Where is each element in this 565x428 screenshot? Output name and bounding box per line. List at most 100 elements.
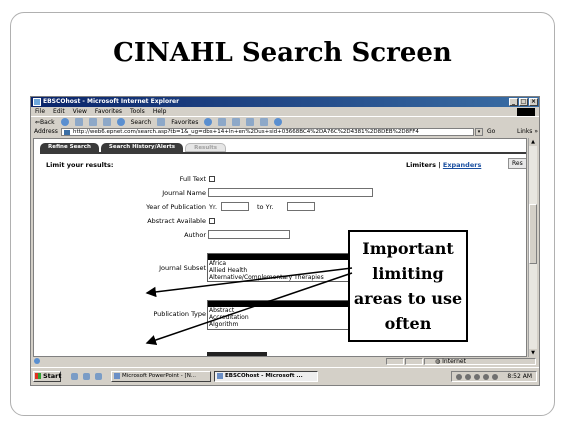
search-tabs: Refine Search Search History/Alerts Resu… <box>40 143 227 152</box>
window-titlebar: EBSCOhost - Microsoft Internet Explorer … <box>31 97 539 107</box>
outlook-quicklaunch-icon[interactable] <box>95 373 102 380</box>
ie-icon <box>217 373 223 379</box>
refresh-icon[interactable] <box>88 118 97 126</box>
ie-quicklaunch-icon[interactable] <box>83 373 90 380</box>
journal-subset-label: Journal Subset <box>159 264 206 272</box>
status-cell <box>386 358 404 365</box>
callout-line: Important <box>362 239 454 258</box>
journal-name-field[interactable] <box>208 188 373 197</box>
system-tray: 8:52 AM <box>451 371 537 382</box>
publication-type-label: Publication Type <box>153 310 206 318</box>
close-button[interactable]: × <box>529 98 538 106</box>
scroll-down-icon[interactable]: ▼ <box>529 349 537 357</box>
search-icon <box>116 118 125 126</box>
task-ebscohost-label: EBSCOhost - Microsoft ... <box>225 373 303 379</box>
menu-help[interactable]: Help <box>153 107 167 116</box>
search-button[interactable]: Search <box>131 117 152 128</box>
history-icon[interactable] <box>204 118 213 126</box>
list-item[interactable]: Allied Health <box>208 267 358 274</box>
show-desktop-icon[interactable] <box>71 373 78 380</box>
powerpoint-icon <box>114 373 120 379</box>
list-item[interactable]: Abstract <box>208 307 358 314</box>
year-to-field[interactable] <box>287 202 315 211</box>
list-item[interactable]: Accreditation <box>208 314 358 321</box>
full-text-label: Full Text <box>179 175 206 183</box>
menu-edit[interactable]: Edit <box>53 107 65 116</box>
start-button[interactable]: Start <box>33 371 62 382</box>
page-scrollbar[interactable]: ▲ ▼ <box>528 138 537 357</box>
menu-tools[interactable]: Tools <box>130 107 145 116</box>
address-dropdown-icon[interactable]: ▾ <box>475 128 483 136</box>
limiters-expanders: Limiters | Expanders <box>406 161 481 169</box>
callout-line: often <box>384 314 432 333</box>
messenger-icon[interactable] <box>274 118 283 126</box>
window-title: EBSCOhost - Microsoft Internet Explorer <box>43 98 180 105</box>
address-url: http://web6.epnet.com/search.asp?tb=1&_u… <box>73 129 419 135</box>
menu-bar: File Edit View Favorites Tools Help <box>31 107 539 116</box>
menu-file[interactable]: File <box>35 107 45 116</box>
menu-favorites[interactable]: Favorites <box>95 107 122 116</box>
tab-refine-search[interactable]: Refine Search <box>40 143 99 152</box>
back-button[interactable]: ⇐Back <box>35 117 55 128</box>
callout-box: Important limiting areas to use often <box>348 230 468 342</box>
forward-icon[interactable] <box>60 118 69 126</box>
tab-search-history[interactable]: Search History/Alerts <box>100 143 184 152</box>
windows-flag-icon <box>517 108 535 116</box>
maximize-button[interactable]: □ <box>519 98 528 106</box>
abstract-available-label: Abstract Available <box>147 217 206 225</box>
clock: 8:52 AM <box>507 373 532 380</box>
print-icon[interactable] <box>232 118 241 126</box>
address-label: Address <box>34 128 58 135</box>
address-input[interactable]: http://web6.epnet.com/search.asp?tb=1&_u… <box>61 128 474 136</box>
link-separator: | <box>438 161 441 169</box>
links-button[interactable]: Links » <box>517 127 538 137</box>
year-of-publication-label: Year of Publication <box>146 203 206 211</box>
minimize-button[interactable]: _ <box>509 98 518 106</box>
mail-icon[interactable] <box>218 118 227 126</box>
scroll-thumb[interactable] <box>529 204 537 264</box>
tray-messenger-icon[interactable] <box>492 374 498 380</box>
limit-heading: Limit your results: <box>46 161 114 169</box>
go-button[interactable]: Go <box>487 127 495 137</box>
tray-volume-icon[interactable] <box>456 374 462 380</box>
tray-antivirus-icon[interactable] <box>474 374 480 380</box>
author-field[interactable] <box>208 230 290 239</box>
browser-toolbar: ⇐Back Search Favorites <box>31 116 539 127</box>
internet-zone-label: Internet <box>442 358 466 365</box>
slide: CINAHL Search Screen EBSCOhost - Microso… <box>0 0 565 428</box>
scroll-up-icon[interactable]: ▲ <box>529 138 537 146</box>
task-ebscohost[interactable]: EBSCOhost - Microsoft ... <box>214 371 318 382</box>
status-cell <box>405 358 423 365</box>
abstract-available-checkbox[interactable] <box>209 218 215 224</box>
publication-type-listbox[interactable]: Abstract Accreditation Algorithm ▲ ▼ <box>207 300 369 330</box>
favorites-button[interactable]: Favorites <box>171 117 198 128</box>
windows-logo-icon <box>35 373 41 379</box>
list-item[interactable]: Africa <box>208 260 358 267</box>
reset-button[interactable]: Res <box>508 158 526 169</box>
home-icon[interactable] <box>102 118 111 126</box>
journal-subset-listbox[interactable]: Africa Allied Health Alternative/Complem… <box>207 253 369 282</box>
stop-icon[interactable] <box>74 118 83 126</box>
favorites-icon <box>157 118 166 126</box>
list-item[interactable]: Alternative/Complementary Therapies <box>208 274 358 281</box>
task-powerpoint[interactable]: Microsoft PowerPoint - [N... <box>111 371 211 382</box>
full-text-checkbox[interactable] <box>209 176 215 182</box>
expanders-link[interactable]: Expanders <box>443 161 481 169</box>
tab-results[interactable]: Results <box>185 143 227 152</box>
discuss-icon[interactable] <box>260 118 269 126</box>
tray-network-icon[interactable] <box>465 374 471 380</box>
year-to-label: to Yr. <box>257 203 274 211</box>
menu-view[interactable]: View <box>73 107 87 116</box>
list-item[interactable]: Algorithm <box>208 321 358 328</box>
internet-zone: ◍ Internet <box>435 357 466 366</box>
edit-icon[interactable] <box>246 118 255 126</box>
journal-name-label: Journal Name <box>162 189 206 197</box>
callout-line: limiting <box>372 264 444 283</box>
ie-logo-icon <box>33 98 41 106</box>
slide-title: CINAHL Search Screen <box>113 38 452 68</box>
tray-app-icon[interactable] <box>483 374 489 380</box>
status-bar: ◍ Internet <box>31 357 539 366</box>
tab-underline <box>40 152 526 154</box>
year-from-field[interactable] <box>221 202 249 211</box>
page-done-icon <box>34 358 40 364</box>
